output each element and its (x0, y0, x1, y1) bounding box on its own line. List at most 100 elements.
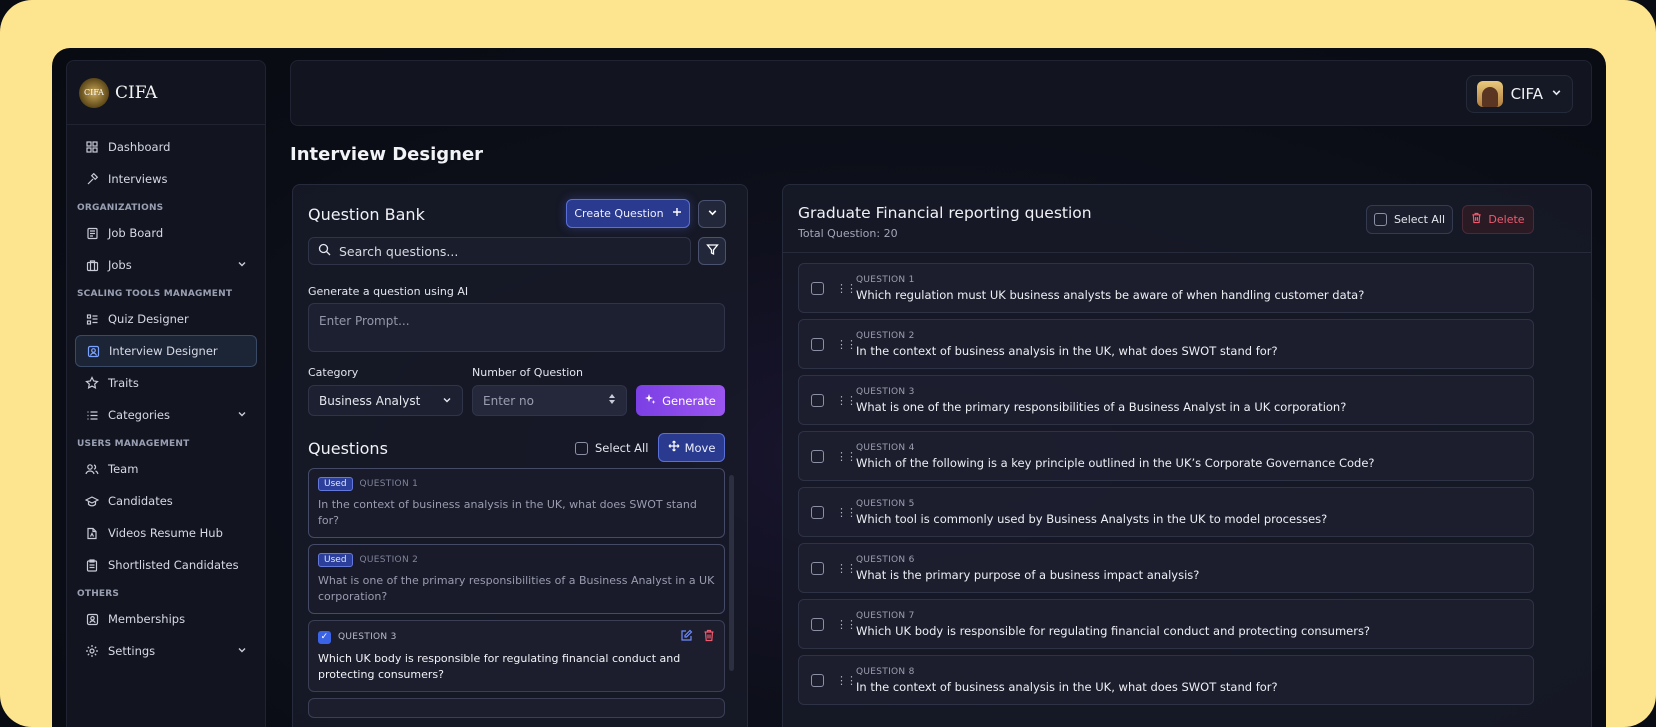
question-checkbox[interactable] (811, 393, 824, 407)
gear-icon (85, 644, 99, 658)
question-checkbox[interactable] (811, 449, 824, 463)
list-item[interactable]: Used QUESTION 2 What is one of the prima… (308, 544, 725, 614)
sidebar-item-settings[interactable]: Settings (75, 635, 257, 667)
select-all-checkbox[interactable] (575, 441, 588, 455)
profile-menu[interactable]: CIFA (1465, 75, 1573, 113)
questions-title: Questions (308, 439, 388, 458)
create-question-label: Create Question (574, 207, 664, 220)
category-select[interactable]: Business Analyst (308, 385, 463, 416)
select-all-button[interactable]: Select All (1366, 205, 1453, 234)
drag-handle-icon[interactable]: ⋮⋮ (836, 394, 857, 407)
sidebar-item-job-board[interactable]: Job Board (75, 217, 257, 249)
section-label-scaling-tools: SCALING TOOLS MANAGMENT (77, 289, 233, 299)
table-row[interactable]: ⋮⋮ QUESTION 3 What is one of the primary … (798, 375, 1534, 425)
table-row[interactable]: ⋮⋮ QUESTION 8 In the context of business … (798, 655, 1534, 705)
section-label-organizations: ORGANIZATIONS (77, 203, 164, 213)
search-questions-field[interactable] (308, 237, 691, 265)
interview-question-list: ⋮⋮ QUESTION 1 Which regulation must UK bu… (798, 263, 1534, 711)
chevron-down-icon (1551, 87, 1562, 101)
sidebar-item-label: Settings (108, 644, 156, 658)
filter-button[interactable] (698, 237, 726, 265)
contact-icon (86, 344, 100, 358)
prompt-input[interactable] (319, 314, 714, 341)
sidebar-item-team[interactable]: Team (75, 453, 257, 485)
expand-dropdown-button[interactable] (698, 200, 726, 228)
select-all-checkbox[interactable] (1373, 213, 1387, 226)
question-checkbox[interactable] (811, 337, 824, 351)
divider (783, 252, 1591, 253)
sidebar-item-memberships[interactable]: Memberships (75, 603, 257, 635)
top-header: CIFA (290, 60, 1592, 126)
select-all-questions[interactable]: Select All (575, 441, 648, 455)
table-row[interactable]: ⋮⋮ QUESTION 5 Which tool is commonly used… (798, 487, 1534, 537)
question-checkbox[interactable]: ✓ (318, 630, 331, 644)
sidebar-item-label: Candidates (108, 494, 173, 508)
sidebar-item-interviews[interactable]: Interviews (75, 163, 257, 195)
sidebar-item-label: Categories (108, 408, 170, 422)
plus-icon (672, 207, 682, 220)
table-row[interactable]: ⋮⋮ QUESTION 1 Which regulation must UK bu… (798, 263, 1534, 313)
drag-handle-icon[interactable]: ⋮⋮ (836, 338, 857, 351)
search-input[interactable] (339, 243, 669, 259)
question-checkbox[interactable] (811, 561, 824, 575)
table-row[interactable]: ⋮⋮ QUESTION 2 In the context of business … (798, 319, 1534, 369)
app-screen: CIFA CIFA Dashboard Interviews ORGANIZAT… (52, 48, 1606, 727)
generate-button[interactable]: Generate (636, 385, 725, 416)
create-question-button[interactable]: Create Question (566, 199, 690, 228)
list-item[interactable] (308, 698, 725, 718)
total-question-count: Total Question: 20 (798, 227, 898, 240)
sidebar-item-interview-designer[interactable]: Interview Designer (75, 335, 257, 367)
stepper-icon[interactable] (608, 393, 616, 408)
sidebar-item-jobs[interactable]: Jobs (75, 249, 257, 281)
sidebar-item-label: Traits (108, 376, 139, 390)
drag-handle-icon[interactable]: ⋮⋮ (836, 282, 857, 295)
sidebar-item-videos-resume-hub[interactable]: Videos Resume Hub (75, 517, 257, 549)
question-number: QUESTION 8 (856, 666, 915, 677)
drag-handle-icon[interactable]: ⋮⋮ (836, 618, 857, 631)
question-checkbox[interactable] (811, 617, 824, 631)
scrollbar[interactable] (729, 475, 734, 671)
sidebar-item-dashboard[interactable]: Dashboard (75, 131, 257, 163)
move-label: Move (684, 440, 716, 455)
chevron-down-icon[interactable] (237, 258, 247, 272)
question-text: In the context of business analysis in t… (318, 498, 697, 527)
table-row[interactable]: ⋮⋮ QUESTION 4 Which of the following is a… (798, 431, 1534, 481)
chevron-down-icon[interactable] (237, 644, 247, 658)
chevron-down-icon[interactable] (237, 408, 247, 422)
drag-handle-icon[interactable]: ⋮⋮ (836, 506, 857, 519)
sidebar-item-candidates[interactable]: Candidates (75, 485, 257, 517)
delete-button[interactable]: Delete (1462, 205, 1534, 234)
search-icon (318, 243, 331, 259)
category-label: Category (308, 366, 359, 379)
briefcase-icon (85, 258, 99, 272)
question-text: Which of the following is a key principl… (856, 455, 1375, 470)
question-checkbox[interactable] (811, 281, 824, 295)
move-button[interactable]: Move (658, 433, 725, 462)
question-checkbox[interactable] (811, 505, 824, 519)
table-row[interactable]: ⋮⋮ QUESTION 7 Which UK body is responsibl… (798, 599, 1534, 649)
sidebar-item-shortlisted-candidates[interactable]: Shortlisted Candidates (75, 549, 257, 581)
sidebar-item-traits[interactable]: Traits (75, 367, 257, 399)
edit-icon[interactable] (680, 629, 693, 645)
sidebar-item-label: Interview Designer (109, 344, 218, 358)
brand-name: CIFA (115, 82, 158, 103)
question-checkbox[interactable] (811, 673, 824, 687)
drag-handle-icon[interactable]: ⋮⋮ (836, 450, 857, 463)
question-number: QUESTION 3 (338, 632, 397, 642)
brand[interactable]: CIFA CIFA (67, 61, 265, 125)
list-item[interactable]: Used QUESTION 1 In the context of busine… (308, 468, 725, 538)
trash-icon[interactable] (703, 629, 715, 645)
drag-handle-icon[interactable]: ⋮⋮ (836, 674, 857, 687)
table-row[interactable]: ⋮⋮ QUESTION 6 What is the primary purpose… (798, 543, 1534, 593)
list-item[interactable]: ✓ QUESTION 3 Which UK body is responsibl… (308, 620, 725, 692)
interview-title: Graduate Financial reporting question (798, 204, 1092, 222)
drag-handle-icon[interactable]: ⋮⋮ (836, 562, 857, 575)
sidebar-item-categories[interactable]: Categories (75, 399, 257, 431)
number-of-question-input[interactable]: Enter no (472, 385, 627, 416)
chevron-down-icon (442, 394, 452, 408)
prompt-field[interactable] (308, 303, 725, 352)
number-placeholder: Enter no (483, 393, 534, 408)
sidebar-item-quiz-designer[interactable]: Quiz Designer (75, 303, 257, 335)
star-icon (85, 376, 99, 390)
gavel-icon (85, 172, 99, 186)
